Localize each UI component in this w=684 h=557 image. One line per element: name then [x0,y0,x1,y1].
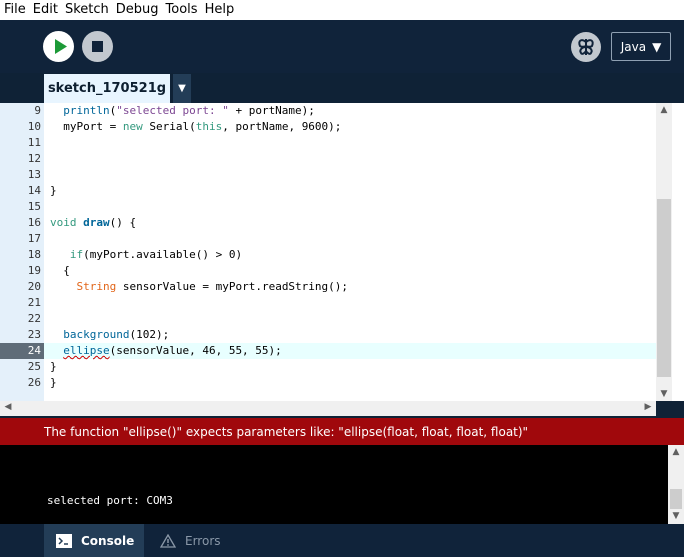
code-line: background(102); [44,327,656,343]
tab-errors[interactable]: Errors [148,524,238,557]
run-button[interactable] [43,31,74,62]
editor-vertical-scrollbar[interactable]: ▲ ▼ [656,103,672,401]
console-tab-label: Console [81,533,135,548]
code-line-text: if(myPort.available() > 0) [69,248,243,261]
line-number: 11 [27,136,41,149]
mode-select[interactable]: Java ▼ [611,32,671,61]
console-output: selected port: COM3 [47,494,173,507]
code-line-text: } [50,376,57,389]
scroll-up-icon[interactable]: ▲ [668,447,684,457]
code-line-text: myPort = new Serial(this, portName, 9600… [50,120,342,133]
line-number: 26 [27,376,41,389]
tab-sketch[interactable]: sketch_170521g [44,74,170,103]
code-text-area[interactable]: println("selected port: " + portName); m… [44,103,656,401]
code-line-text: { [50,264,70,277]
menu-debug[interactable]: Debug [112,0,162,20]
console-scrollbar[interactable]: ▲ ▼ [668,445,684,524]
footer-bar: Console Errors [0,524,684,557]
line-number: 23 [27,328,41,341]
line-number: 9 [34,104,41,117]
scrollbar-thumb[interactable] [657,199,671,377]
line-number: 10 [27,120,41,133]
code-line: } [44,359,656,375]
line-number-gutter: 9 10 11 12 13 14 15 16 17 18 19 20 21 22… [0,103,44,401]
error-message: The function "ellipse()" expects paramet… [44,424,529,439]
errors-tab-label: Errors [185,533,221,548]
stop-button[interactable] [82,31,113,62]
play-icon [55,39,67,54]
code-line-text: } [50,184,57,197]
code-line: if(myPort.available() > 0) [44,247,656,263]
dropdown-arrow-icon: ▼ [652,39,662,54]
menu-edit[interactable]: Edit [29,0,61,20]
mode-label: Java [620,39,647,54]
menu-help[interactable]: Help [201,0,238,20]
code-line: String sensorValue = myPort.readString()… [44,279,656,295]
editor-horizontal-scrollbar[interactable]: ◀ ▶ [0,401,656,416]
tab-label: sketch_170521g [47,81,167,96]
console-icon [56,533,72,548]
toolbar: Java ▼ [0,20,684,73]
debugger-button[interactable] [571,32,601,62]
code-line-text: void draw() { [50,216,137,229]
line-number: 13 [27,168,41,181]
warning-icon [160,533,176,548]
tab-menu-button[interactable]: ▼ [173,74,191,103]
menu-sketch[interactable]: Sketch [61,0,112,20]
butterfly-icon [578,39,594,55]
line-number: 22 [27,312,41,325]
scroll-down-icon[interactable]: ▼ [668,511,684,521]
line-number: 12 [27,152,41,165]
line-number: 18 [27,248,41,261]
code-line-text: String sensorValue = myPort.readString()… [76,280,349,293]
line-number: 21 [27,296,41,309]
code-line-text: ellipse(sensorValue, 46, 55, 55); [63,344,282,357]
line-number: 14 [27,184,41,197]
menu-file[interactable]: File [0,0,29,20]
code-line-current: ellipse(sensorValue, 46, 55, 55); [44,343,656,359]
code-line-text: background(102); [63,328,170,341]
console-panel[interactable]: selected port: COM3 [0,445,668,524]
code-line: void draw() { [44,215,656,231]
code-line: { [44,263,656,279]
code-line: myPort = new Serial(this, portName, 9600… [44,119,656,135]
menu-bar: File Edit Sketch Debug Tools Help [0,0,684,20]
dropdown-arrow-icon: ▼ [178,83,186,94]
code-line: } [44,183,656,199]
scroll-right-icon[interactable]: ▶ [640,402,656,412]
tab-console[interactable]: Console [44,524,144,557]
scrollbar-thumb[interactable] [670,489,682,509]
line-number: 15 [27,200,41,213]
code-line-text: } [50,360,57,373]
stop-icon [92,41,103,52]
menu-tools[interactable]: Tools [162,0,201,20]
line-number-current: 24 [27,344,41,357]
code-line: println("selected port: " + portName); [44,103,656,119]
line-number: 17 [27,232,41,245]
scroll-down-icon[interactable]: ▼ [656,389,672,399]
code-line-text: println("selected port: " + portName); [63,104,315,117]
line-number: 16 [27,216,41,229]
line-number: 20 [27,280,41,293]
error-message-bar: The function "ellipse()" expects paramet… [0,418,684,445]
scroll-left-icon[interactable]: ◀ [0,402,16,412]
line-number: 19 [27,264,41,277]
scroll-up-icon[interactable]: ▲ [656,105,672,115]
code-line: } [44,375,656,391]
code-editor: 9 10 11 12 13 14 15 16 17 18 19 20 21 22… [0,103,684,401]
line-number: 25 [27,360,41,373]
